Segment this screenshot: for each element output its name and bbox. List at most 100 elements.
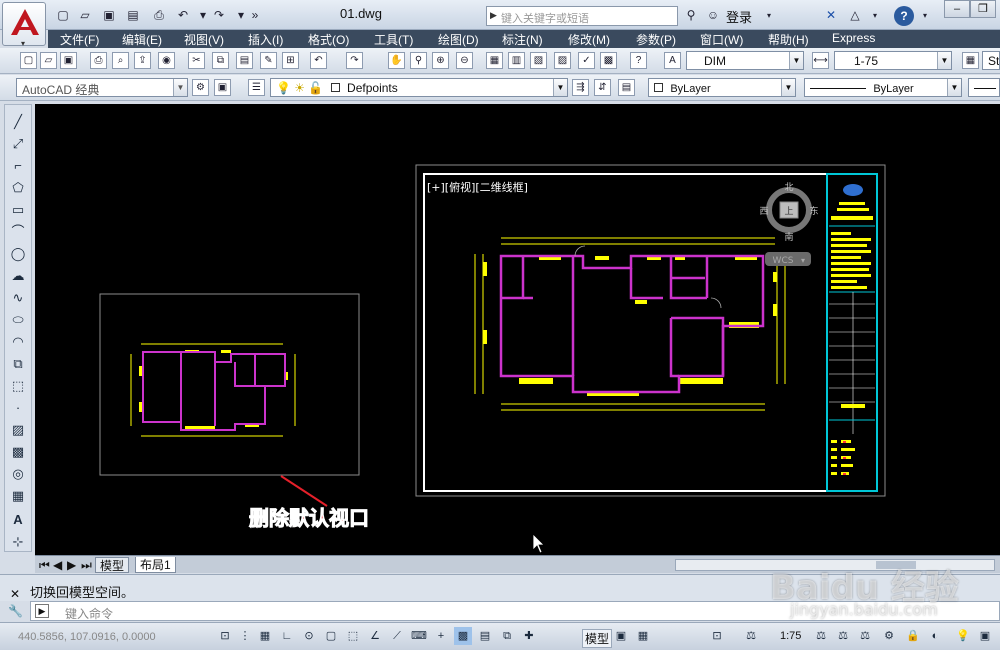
snap-mode-icon[interactable]: ⋮ [236,627,254,645]
scale-dropdown-icon[interactable]: ▼ [937,52,951,69]
search-expand-icon[interactable]: ▶ [490,10,497,21]
main-viewport-frame[interactable] [423,173,878,492]
toolbar-lock-icon[interactable]: 🔒 [904,627,922,645]
hardware-acceleration-icon[interactable]: ◐ [926,627,944,645]
hatch-icon[interactable]: ▨ [9,421,27,439]
command-settings-icon[interactable]: 🔧 [8,604,23,618]
menu-file[interactable]: 文件(F) [60,31,99,48]
exchange-icon[interactable]: ✕ [822,6,840,24]
binoculars-icon[interactable]: ⚲ [682,6,700,24]
drawing-area[interactable]: 北 南 西 东 上 WCS ▾ [+][俯视][二维线框] 删除默认视口 [35,104,1000,555]
transparency-icon[interactable]: ▩ [454,627,472,645]
ellipse-icon[interactable]: ⬭ [9,311,27,329]
viewport-scale[interactable]: 1:75 [780,630,801,642]
a360-icon[interactable]: △ [846,6,864,24]
open-icon[interactable]: ▱ [76,6,94,24]
workspace-toggle-icon[interactable]: ▣ [214,79,231,96]
workspace-settings-icon[interactable]: ⚙ [192,79,209,96]
workspace-switching-icon[interactable]: ⚙ [880,627,898,645]
zoom-realtime-icon[interactable]: ⚲ [410,52,427,69]
toolbar-undo-icon[interactable]: ↶ [310,52,327,69]
lineweight-toggle-icon[interactable]: + [432,627,450,645]
qnew-icon[interactable]: ▢ [20,52,37,69]
coordinates-readout[interactable]: 440.5856, 107.0916, 0.0000 [18,631,156,643]
wcs-dropdown-icon[interactable]: ▾ [801,256,805,265]
construction-line-icon[interactable]: ⤢ [9,135,27,153]
polyline-icon[interactable]: ⌐ [9,157,27,175]
insert-block-icon[interactable]: ⧉ [9,355,27,373]
table-style-icon[interactable]: ▦ [962,52,979,69]
sheet-set-icon[interactable]: ▨ [554,52,571,69]
object-snap-tracking-icon[interactable]: ∠ [366,627,384,645]
login-link[interactable]: 登录 [726,7,752,26]
restore-button[interactable]: ❐ [970,0,996,18]
auto-scale-alt-icon[interactable]: ⚖ [856,627,874,645]
default-viewport-frame[interactable] [99,293,360,476]
quick-view-drawings-icon[interactable]: ▦ [634,627,652,645]
model-space-button[interactable]: 模型 [582,629,613,648]
scale-select[interactable]: 1-75 ▼ [834,51,952,70]
user-icon[interactable]: ☺ [704,6,722,24]
quick-properties-icon[interactable]: ▤ [476,627,494,645]
tab-model[interactable]: 模型 [95,557,130,573]
a360-dropdown-icon[interactable]: ▾ [866,6,884,24]
isolate-objects-icon[interactable]: 💡 [954,627,972,645]
3d-object-snap-icon[interactable]: ⬚ [344,627,362,645]
print-icon[interactable]: ⎙ [150,6,168,24]
ortho-mode-icon[interactable]: ∟ [278,627,296,645]
open-file-icon[interactable]: ▱ [40,52,57,69]
command-prompt-icon[interactable]: ▶ [35,604,49,618]
linetype-select[interactable]: ByLayer ▼ [804,78,962,97]
cut-icon[interactable]: ✂ [188,52,205,69]
ellipse-arc-icon[interactable]: ◠ [9,333,27,351]
clean-screen-icon[interactable]: ▣ [976,627,994,645]
line-tool-icon[interactable]: ╱ [9,113,27,131]
menu-insert[interactable]: 插入(I) [248,31,283,48]
arc-icon[interactable]: ⌒ [9,223,27,241]
design-center-icon[interactable]: ▥ [508,52,525,69]
menu-help[interactable]: 帮助(H) [768,31,809,48]
save-icon[interactable]: ▣ [100,6,118,24]
polygon-icon[interactable]: ⬠ [9,179,27,197]
dim-style-dropdown-icon[interactable]: ▼ [789,52,803,69]
save-file-icon[interactable]: ▣ [60,52,77,69]
plot-preview-icon[interactable]: ⌕ [112,52,129,69]
login-dropdown-icon[interactable]: ▾ [760,6,778,24]
plot-icon[interactable]: ⎙ [90,52,107,69]
layer-previous-icon[interactable]: ⇵ [594,79,611,96]
zoom-previous-icon[interactable]: ⊖ [456,52,473,69]
dynamic-ucs-icon[interactable]: ⟋ [388,627,406,645]
tab-layout1[interactable]: 布局1 [135,557,176,573]
tab-last-icon[interactable]: ⏭ [77,557,96,573]
point-icon[interactable]: · [9,399,27,417]
dynamic-input-icon[interactable]: ⌨ [410,627,428,645]
calculator-icon[interactable]: ▩ [600,52,617,69]
circle-icon[interactable]: ◯ [9,245,27,263]
tool-palettes-icon[interactable]: ▧ [530,52,547,69]
make-current-layer-icon[interactable]: ⇶ [572,79,589,96]
workspace-dropdown-icon[interactable]: ▼ [173,79,187,96]
grid-display-icon[interactable]: ▦ [256,627,274,645]
help-dropdown-icon[interactable]: ▾ [916,6,934,24]
menu-modify[interactable]: 修改(M) [568,31,610,48]
toolbar-redo-icon[interactable]: ↷ [346,52,363,69]
redo-icon[interactable]: ↷ [210,6,228,24]
zoom-window-icon[interactable]: ⊕ [432,52,449,69]
layer-dropdown-icon[interactable]: ▼ [553,79,567,96]
pan-icon[interactable]: ✋ [388,52,405,69]
menu-dimension[interactable]: 标注(N) [502,31,543,48]
rectangle-icon[interactable]: ▭ [9,201,27,219]
viewport-label[interactable]: [+][俯视][二维线框] [427,180,528,194]
menu-window[interactable]: 窗口(W) [700,31,743,48]
selection-cycling-icon[interactable]: ⧉ [498,627,516,645]
layer-select[interactable]: 💡 ☀ 🔓 Defpoints ▼ [270,78,568,97]
saveas-icon[interactable]: ▤ [124,6,142,24]
gradient-icon[interactable]: ▩ [9,443,27,461]
menu-parametric[interactable]: 参数(P) [636,31,676,48]
publish-icon[interactable]: ⇪ [134,52,151,69]
new-icon[interactable]: ▢ [54,6,72,24]
layer-state-icon[interactable]: ▤ [618,79,635,96]
menu-tools[interactable]: 工具(T) [374,31,413,48]
help-toolbar-icon[interactable]: ? [630,52,647,69]
paste-icon[interactable]: ▤ [236,52,253,69]
